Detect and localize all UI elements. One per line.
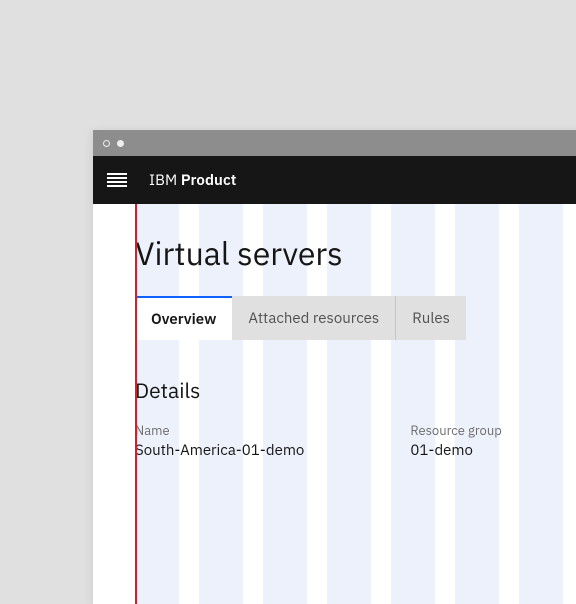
details-heading: Details (135, 376, 576, 404)
tab-rules[interactable]: Rules (396, 296, 466, 340)
field-resource-group: Resource group 01-demo (410, 422, 501, 460)
brand: IBM Product (149, 171, 236, 190)
details-fields: Name South-America-01-demo Resource grou… (135, 422, 576, 460)
tab-overview[interactable]: Overview (135, 296, 232, 340)
page-title: Virtual servers (135, 204, 576, 296)
app-header: IBM Product (93, 156, 576, 204)
content-area: Virtual servers Overview Attached resour… (93, 204, 576, 604)
field-resource-group-value: 01-demo (410, 441, 501, 460)
field-resource-group-label: Resource group (410, 422, 501, 439)
field-name-label: Name (135, 422, 304, 439)
brand-product: Product (181, 171, 237, 190)
alignment-guide (135, 204, 137, 604)
field-name-value: South-America-01-demo (135, 441, 304, 460)
menu-icon[interactable] (107, 173, 127, 187)
brand-company: IBM (149, 171, 177, 190)
app-window: IBM Product Virtual servers Overview Att… (93, 130, 576, 604)
field-name: Name South-America-01-demo (135, 422, 304, 460)
window-titlebar (93, 130, 576, 156)
window-control-dot[interactable] (117, 140, 124, 147)
tabs: Overview Attached resources Rules (135, 296, 576, 340)
tab-attached-resources[interactable]: Attached resources (232, 296, 396, 340)
window-control-dot[interactable] (103, 140, 110, 147)
